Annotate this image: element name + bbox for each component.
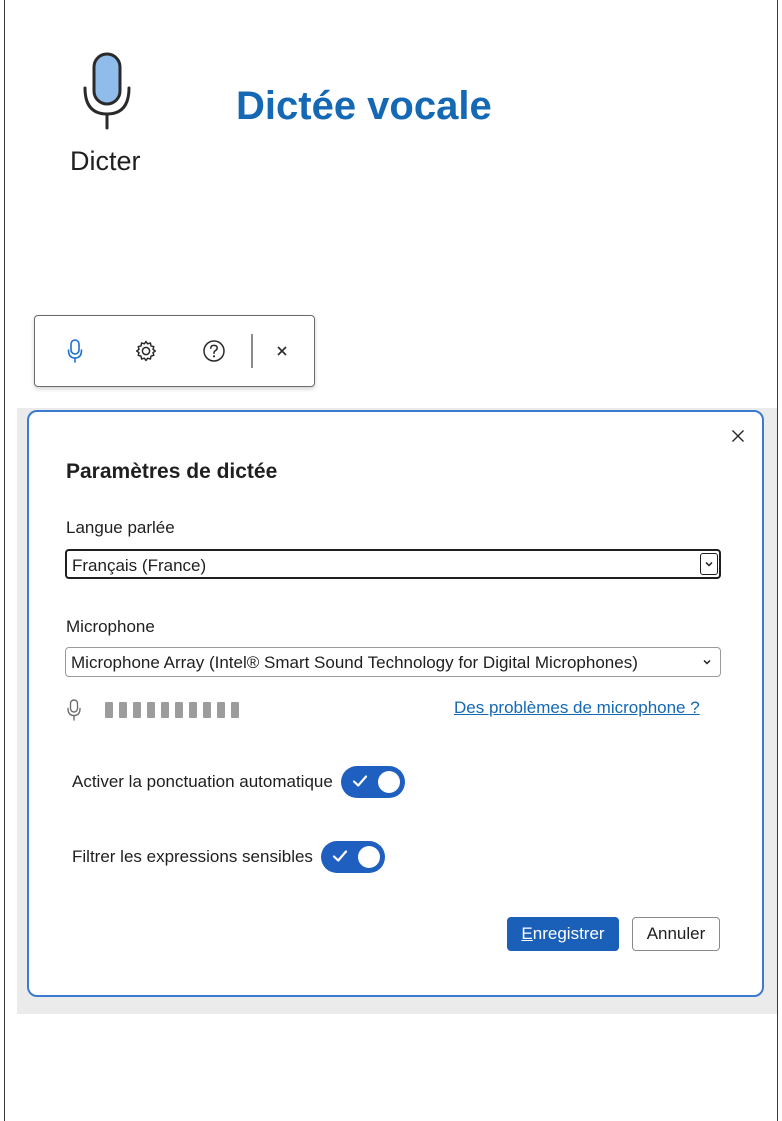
auto-punctuation-row: Activer la ponctuation automatique [72, 765, 405, 799]
microphone-icon [67, 339, 83, 363]
auto-punctuation-label: Activer la ponctuation automatique [72, 772, 333, 791]
chevron-down-icon [700, 553, 718, 575]
microphone-icon [83, 52, 131, 130]
save-button[interactable]: Enregistrer [507, 917, 619, 951]
level-segment [147, 702, 155, 718]
toolbar-settings-button[interactable] [131, 336, 161, 366]
microphone-select[interactable]: Microphone Array (Intel® Smart Sound Tec… [65, 647, 721, 677]
language-select[interactable]: Français (France) [65, 549, 721, 579]
page-border-right [777, 0, 778, 1121]
level-segment [133, 702, 141, 718]
microphone-label: Microphone [66, 617, 155, 636]
help-icon [203, 340, 225, 362]
microphone-help-link[interactable]: Des problèmes de microphone ? [454, 698, 700, 718]
page-border-left [4, 0, 5, 1121]
sensitive-filter-row: Filtrer les expressions sensibles [72, 840, 385, 874]
check-icon [352, 775, 367, 787]
close-icon [732, 430, 744, 442]
gear-icon [135, 340, 157, 362]
dictate-button-label: Dicter [70, 146, 141, 176]
microphone-select-value: Microphone Array (Intel® Smart Sound Tec… [71, 653, 638, 672]
level-segment [231, 702, 239, 718]
check-icon [332, 850, 348, 862]
language-select-value: Français (France) [72, 556, 207, 575]
toolbar-separator [251, 334, 253, 368]
save-button-label: nregistrer [532, 924, 605, 943]
level-segment [189, 702, 197, 718]
dialog-title: Paramètres de dictée [66, 460, 278, 483]
microphone-level-row: Des problèmes de microphone ? [65, 698, 745, 722]
level-segment [119, 702, 127, 718]
toggle-knob [357, 846, 380, 868]
toolbar-microphone-button[interactable] [60, 336, 90, 366]
auto-punctuation-toggle[interactable] [340, 766, 405, 798]
microphone-level-meter [105, 702, 239, 718]
dialog-close-button[interactable] [726, 424, 750, 448]
microphone-icon [67, 699, 81, 721]
level-segment [203, 702, 211, 718]
save-button-mnemonic: E [521, 924, 533, 943]
dictation-settings-dialog: Paramètres de dictée Langue parlée Franç… [27, 410, 764, 997]
level-segment [105, 702, 113, 718]
dictate-button[interactable]: Dicter [60, 52, 170, 182]
cancel-button[interactable]: Annuler [632, 917, 720, 951]
toolbar-close-button[interactable] [267, 336, 297, 366]
level-segment [175, 702, 183, 718]
dictation-toolbar [34, 315, 315, 387]
language-label: Langue parlée [66, 518, 175, 537]
page-title: Dictée vocale [236, 84, 492, 128]
toolbar-help-button[interactable] [199, 336, 229, 366]
level-segment [217, 702, 225, 718]
close-icon [277, 346, 287, 356]
chevron-down-icon [700, 655, 714, 669]
sensitive-filter-toggle[interactable] [320, 841, 385, 873]
level-segment [161, 702, 169, 718]
sensitive-filter-label: Filtrer les expressions sensibles [72, 847, 313, 866]
toggle-knob [377, 771, 400, 793]
